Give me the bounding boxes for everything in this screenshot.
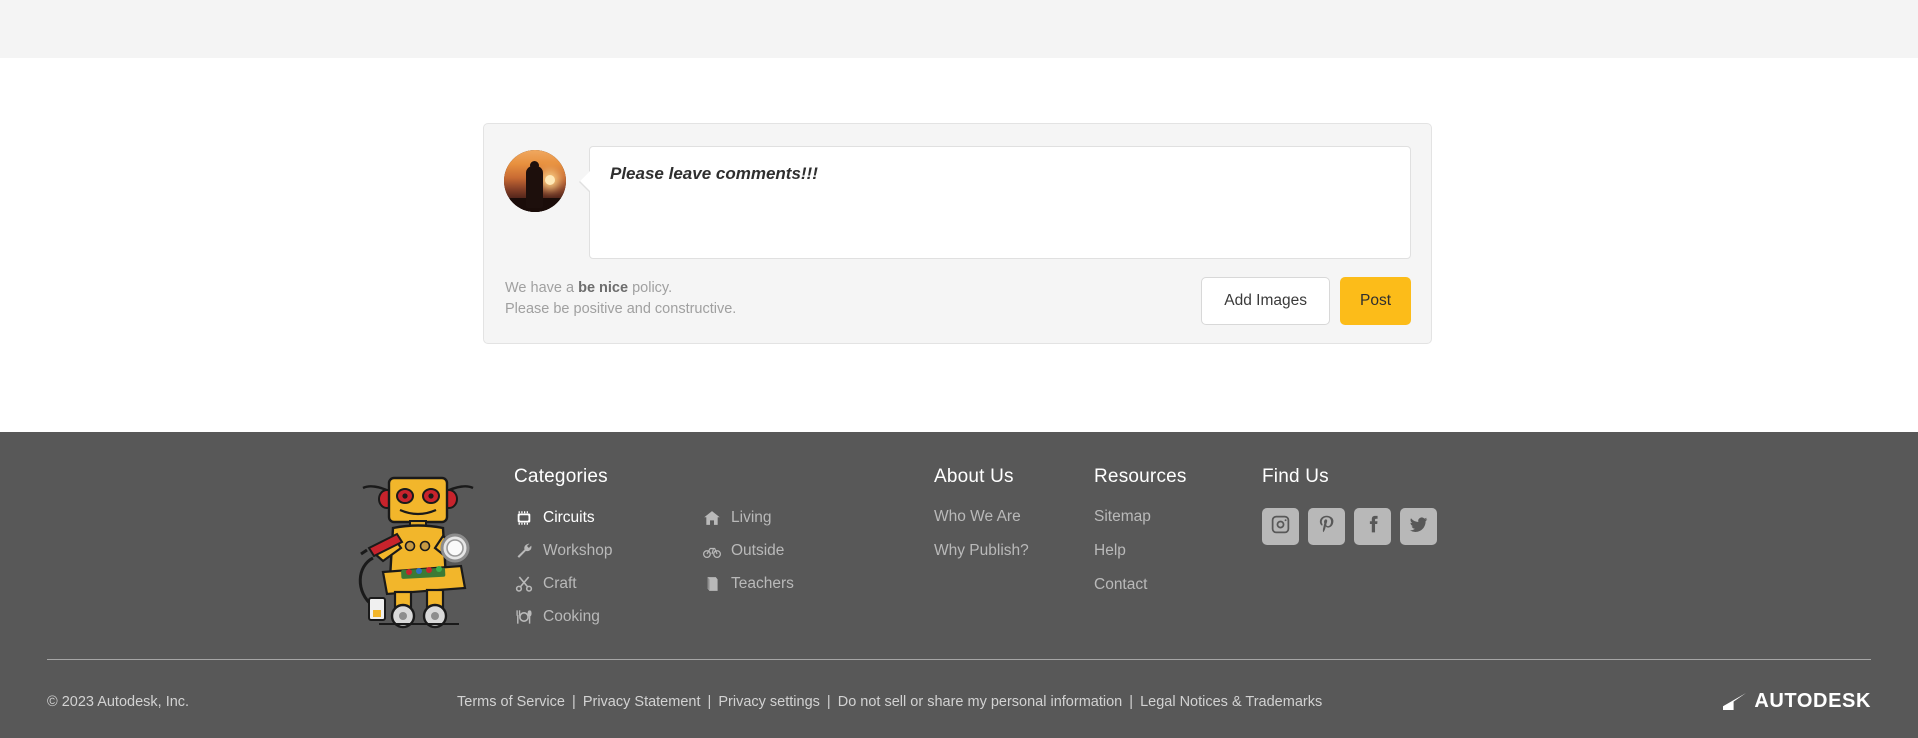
footer-columns: Categories Circuits Workshop Craft Cooki… (0, 432, 1918, 640)
comment-form-card: Please leave comments!!! We have a be ni… (483, 123, 1432, 344)
policy-line-2: Please be positive and constructive. (505, 301, 737, 318)
category-circuits[interactable]: Circuits (514, 508, 702, 527)
avatar-sun (545, 175, 555, 185)
legal-link-do-not-sell[interactable]: Do not sell or share my personal informa… (838, 694, 1123, 710)
twitter-icon (1408, 514, 1429, 540)
legal-link-legal-notices[interactable]: Legal Notices & Trademarks (1140, 694, 1322, 710)
wrench-icon (514, 541, 533, 560)
category-teachers-label: Teachers (731, 574, 794, 592)
category-teachers[interactable]: Teachers (702, 574, 890, 593)
post-button[interactable]: Post (1339, 277, 1411, 325)
legal-link-privacy-settings[interactable]: Privacy settings (718, 694, 820, 710)
avatar-silhouette (526, 166, 543, 208)
avatar[interactable] (504, 150, 566, 212)
about-link-why-publish[interactable]: Why Publish? (934, 542, 1094, 560)
facebook-icon (1362, 514, 1383, 540)
policy-suffix: policy. (628, 280, 673, 297)
category-outside-label: Outside (731, 541, 785, 559)
category-outside[interactable]: Outside (702, 541, 890, 560)
autodesk-logo[interactable]: AUTODESK (1719, 690, 1871, 713)
legal-separator: | (1129, 693, 1134, 710)
scissors-icon (514, 574, 533, 593)
pinterest-icon (1316, 514, 1337, 540)
categories-grid: Circuits Workshop Craft Cooking Living O… (514, 508, 934, 640)
resources-link-help[interactable]: Help (1094, 542, 1262, 560)
facebook-link[interactable] (1354, 508, 1391, 545)
category-craft[interactable]: Craft (514, 574, 702, 593)
category-circuits-label: Circuits (543, 508, 595, 526)
autodesk-mark-icon (1723, 693, 1747, 710)
resources-title: Resources (1094, 466, 1187, 487)
footer-categories-column: Categories Circuits Workshop Craft Cooki… (514, 466, 934, 640)
category-cooking-label: Cooking (543, 607, 600, 625)
social-links-row (1262, 508, 1502, 545)
comment-actions: Add Images Post (1201, 277, 1411, 325)
category-workshop-label: Workshop (543, 541, 613, 559)
be-nice-link[interactable]: be nice (578, 280, 628, 296)
copyright-text: © 2023 Autodesk, Inc. (47, 693, 190, 710)
instagram-link[interactable] (1262, 508, 1299, 545)
resources-link-contact[interactable]: Contact (1094, 576, 1262, 594)
add-images-button[interactable]: Add Images (1201, 277, 1330, 325)
site-footer: Categories Circuits Workshop Craft Cooki… (0, 432, 1918, 738)
robot-mascot-cell (322, 466, 514, 631)
about-link-who-we-are[interactable]: Who We Are (934, 508, 1094, 526)
legal-separator: | (707, 693, 712, 710)
footer-about-column: About Us Who We Are Why Publish? (934, 466, 1094, 576)
category-living-label: Living (731, 508, 772, 526)
category-workshop[interactable]: Workshop (514, 541, 702, 560)
category-cooking[interactable]: Cooking (514, 607, 702, 626)
book-icon (702, 574, 721, 593)
policy-prefix: We have a (505, 280, 579, 297)
policy-line-1: We have a be nice policy. (505, 278, 736, 299)
comment-textarea[interactable]: Please leave comments!!! (579, 146, 1411, 259)
chip-icon (514, 508, 533, 527)
pinterest-link[interactable] (1308, 508, 1345, 545)
resources-link-sitemap[interactable]: Sitemap (1094, 508, 1262, 526)
legal-separator: | (572, 693, 576, 710)
category-craft-label: Craft (543, 574, 577, 592)
instagram-icon (1270, 514, 1291, 540)
comment-input-row: Please leave comments!!! (504, 146, 1411, 259)
legal-link-privacy-statement[interactable]: Privacy Statement (583, 694, 701, 710)
page-body: Please leave comments!!! We have a be ni… (0, 58, 1918, 432)
instructables-robot-icon (358, 476, 474, 629)
footer-resources-column: Resources Sitemap Help Contact (1094, 466, 1262, 610)
find-us-title: Find Us (1262, 466, 1329, 487)
categories-column-1: Circuits Workshop Craft Cooking (514, 508, 702, 640)
legal-links: Terms of Service | Privacy Statement | P… (457, 694, 1719, 710)
legal-bar: © 2023 Autodesk, Inc. Terms of Service |… (0, 690, 1918, 713)
about-title: About Us (934, 466, 1014, 487)
comment-form-footer: We have a be nice policy. Please be posi… (504, 277, 1411, 325)
categories-title: Categories (514, 466, 608, 487)
legal-separator: | (826, 693, 831, 710)
house-icon (702, 508, 721, 527)
category-living[interactable]: Living (702, 508, 890, 527)
comment-bubble-wrapper: Please leave comments!!! (579, 146, 1411, 259)
comment-text: Please leave comments!!! (610, 164, 818, 183)
bicycle-icon (702, 541, 721, 560)
twitter-link[interactable] (1400, 508, 1437, 545)
autodesk-wordmark: AUTODESK (1754, 690, 1871, 712)
footer-divider (47, 659, 1871, 660)
utensils-icon (514, 607, 533, 626)
avatar-silhouette-head (530, 161, 539, 170)
top-strip (0, 0, 1918, 58)
policy-notice: We have a be nice policy. Please be posi… (505, 278, 736, 324)
legal-link-terms-of-service[interactable]: Terms of Service (457, 694, 565, 710)
footer-find-us-column: Find Us (1262, 466, 1502, 545)
categories-column-2: Living Outside Teachers (702, 508, 890, 640)
